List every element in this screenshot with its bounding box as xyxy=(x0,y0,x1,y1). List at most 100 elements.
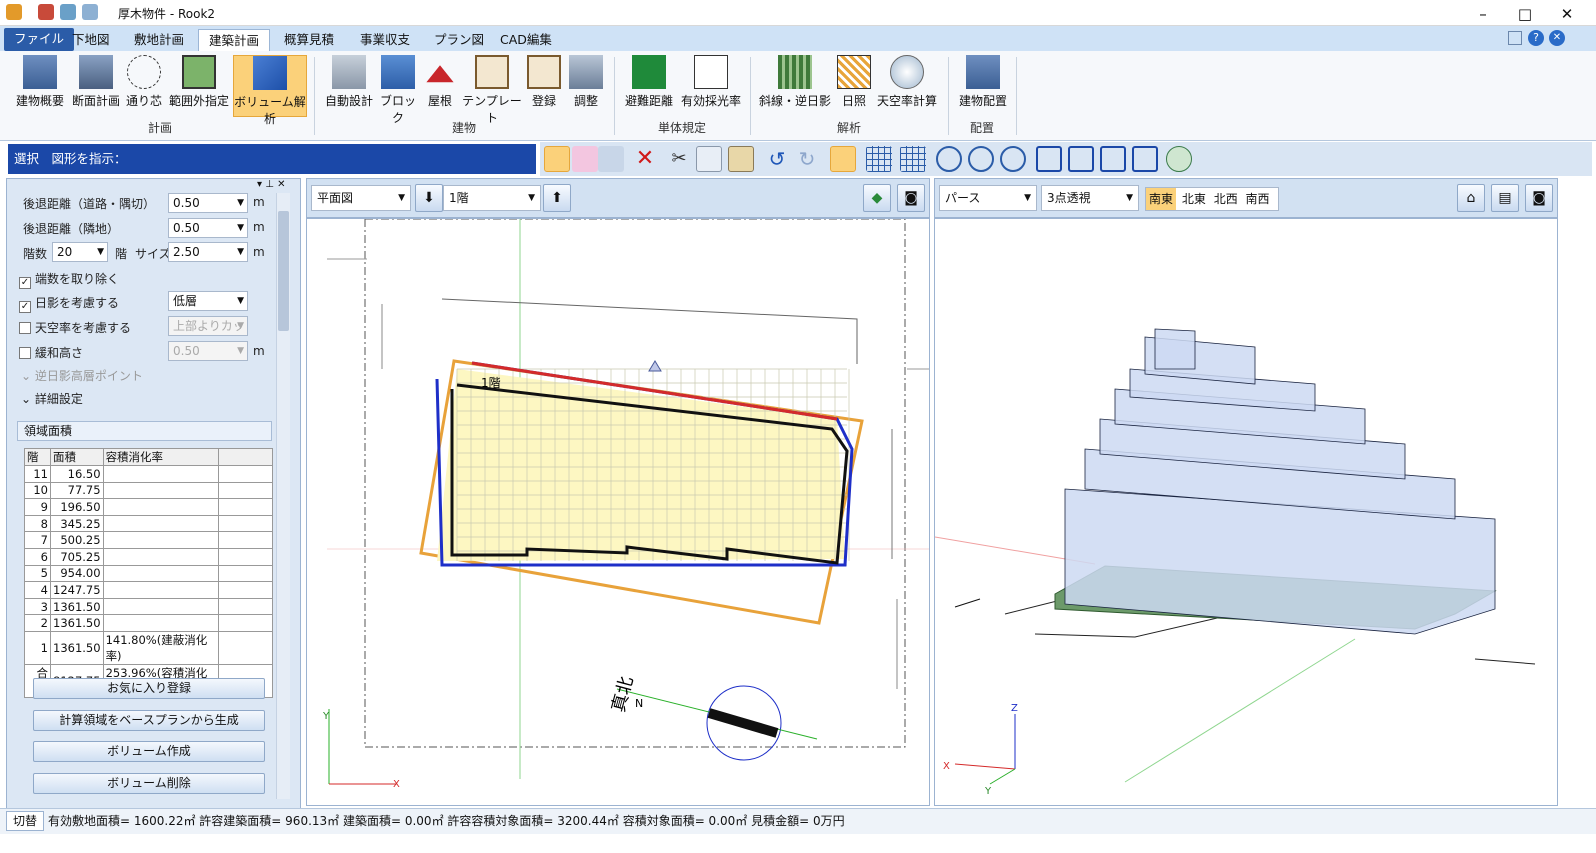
trim-checkbox[interactable]: ✓ 端数を取り除く xyxy=(19,270,119,289)
delete-icon[interactable]: ✕ xyxy=(632,146,658,172)
setback-road-input[interactable]: 0.50 ▼ xyxy=(168,193,248,213)
volume-analysis-button[interactable]: ボリューム解析 xyxy=(233,55,307,126)
zoom-out-icon[interactable] xyxy=(968,146,994,172)
sky-checkbox[interactable]: 天空率を考慮する xyxy=(19,319,131,336)
relax-checkbox[interactable]: 緩和高さ xyxy=(19,344,83,361)
evacuation-button[interactable]: 避難距離 xyxy=(622,55,676,117)
floor-select[interactable]: 1階 ▼ xyxy=(443,185,541,211)
grid-line-button[interactable]: 通り芯 xyxy=(124,55,164,117)
sky-factor-button[interactable]: 天空率計算 xyxy=(874,55,940,117)
building-placement-button[interactable]: 建物配置 xyxy=(956,55,1010,117)
table-row: 9 196.50 xyxy=(24,498,274,516)
dir-nw[interactable]: 北西 xyxy=(1212,192,1240,206)
floor-down-button[interactable]: ⬇ xyxy=(415,184,443,212)
camera-icon[interactable]: ◙ xyxy=(897,184,925,212)
sunlight-button[interactable]: 日照 xyxy=(836,55,872,117)
generate-from-base-button[interactable]: 計算領域をベースプランから生成 xyxy=(33,710,265,731)
maximize-button[interactable]: □ xyxy=(1504,3,1546,25)
favorite-register-button[interactable]: お気に入り登録 xyxy=(33,678,265,699)
tab-estimate[interactable]: 概算見積 xyxy=(274,29,344,52)
restore-icon[interactable] xyxy=(1508,31,1522,45)
table-row: 10 77.75 xyxy=(24,481,274,500)
tab-building-plan[interactable]: 建築計画 xyxy=(198,29,271,52)
floors-input[interactable]: 20 ▼ xyxy=(52,242,108,262)
close-button[interactable]: ✕ xyxy=(1546,3,1588,25)
delete-volume-button[interactable]: ボリューム削除 xyxy=(33,773,265,794)
slope-shadow-button[interactable]: 斜線・逆日影 xyxy=(758,55,832,117)
building-outline-button[interactable]: 建物概要 xyxy=(12,55,68,117)
dir-ne[interactable]: 北東 xyxy=(1180,192,1208,206)
single-view-icon[interactable] xyxy=(1036,146,1062,172)
roof-button[interactable]: 屋根 xyxy=(422,55,458,117)
plan-view[interactable]: 1階 真北 N Y X xyxy=(306,218,930,806)
camera-icon[interactable]: ◙ xyxy=(1525,184,1553,212)
sky-select: 上部よりカッ ▼ xyxy=(168,316,248,336)
tab-plan-drawing[interactable]: プラン図 xyxy=(424,29,494,52)
zoom-in-icon[interactable] xyxy=(936,146,962,172)
perspective-view[interactable]: Z X Y xyxy=(934,218,1558,806)
tab-finance[interactable]: 事業収支 xyxy=(350,29,420,52)
grid-icon[interactable] xyxy=(866,146,892,172)
area-section-header: 領域面積 xyxy=(17,421,272,441)
paste-icon[interactable] xyxy=(728,146,754,172)
plan-view-select[interactable]: 平面図 ▼ xyxy=(311,185,411,211)
dir-se[interactable]: 南東 xyxy=(1146,188,1177,210)
setback-adj-input[interactable]: 0.50 ▼ xyxy=(168,218,248,238)
globe-icon[interactable] xyxy=(1166,146,1192,172)
toggle-button[interactable]: 切替 xyxy=(6,811,45,831)
table-row: 5 954.00 xyxy=(24,564,274,583)
building-icon xyxy=(23,55,57,89)
grid-snap-icon[interactable] xyxy=(900,146,926,172)
undo-icon[interactable]: ↺ xyxy=(764,146,790,172)
out-of-range-button[interactable]: 範囲外指定 xyxy=(166,55,232,117)
split-vertical-icon[interactable] xyxy=(1068,146,1094,172)
perspective-view-select[interactable]: パース ▼ xyxy=(939,185,1037,211)
shadow-checkbox[interactable]: ✓ 日影を考慮する xyxy=(19,294,119,313)
template-button[interactable]: テンプレート xyxy=(462,55,522,125)
gear-icon[interactable] xyxy=(82,4,98,20)
dir-sw[interactable]: 南西 xyxy=(1244,192,1272,206)
select-arrow-icon[interactable] xyxy=(544,146,570,172)
zoom-fit-icon[interactable] xyxy=(1000,146,1026,172)
split-horizontal-icon[interactable] xyxy=(1100,146,1126,172)
dome-icon xyxy=(890,55,924,89)
projection-select[interactable]: 3点透視 ▼ xyxy=(1041,185,1139,211)
adjust-button[interactable]: 調整 xyxy=(568,55,604,117)
setback-adj-label: 後退距離（隣地） xyxy=(23,222,120,236)
tab-cad-edit[interactable]: CAD編集 xyxy=(490,29,562,52)
minimize-button[interactable]: – xyxy=(1462,3,1504,25)
zoom-window-icon[interactable] xyxy=(598,146,624,172)
reverse-shadow-expander[interactable]: ⌄ 逆日影高層ポイント xyxy=(21,367,143,384)
shadow-select[interactable]: 低層 ▼ xyxy=(168,291,248,311)
svg-text:X: X xyxy=(943,761,950,772)
pin-icon[interactable]: ▾ ⊥ ✕ xyxy=(257,179,285,190)
size-input[interactable]: 2.50 ▼ xyxy=(168,242,248,262)
cut-icon[interactable]: ✂ xyxy=(666,146,692,172)
copy-icon[interactable] xyxy=(696,146,722,172)
create-volume-button[interactable]: ボリューム作成 xyxy=(33,741,265,762)
svg-text:X: X xyxy=(393,779,400,790)
tab-site-plan[interactable]: 敷地計画 xyxy=(124,29,194,52)
quad-view-icon[interactable] xyxy=(1132,146,1158,172)
block-button[interactable]: ブロック xyxy=(378,55,418,125)
select-area-icon[interactable] xyxy=(572,146,598,172)
help-icon[interactable]: ? xyxy=(1528,30,1544,46)
rect-select-icon[interactable] xyxy=(830,146,856,172)
home-icon[interactable] xyxy=(60,4,76,20)
group-analysis: 解析 xyxy=(836,121,861,135)
close-doc-icon[interactable]: ✕ xyxy=(1549,30,1565,46)
redo-icon[interactable]: ↻ xyxy=(794,146,820,172)
table-row: 11 16.50 xyxy=(24,465,274,483)
floor-up-button[interactable]: ⬆ xyxy=(543,184,571,212)
beginner-icon[interactable]: ◆ xyxy=(863,184,891,212)
section-plan-button[interactable]: 断面計画 xyxy=(68,55,124,117)
home-view-icon[interactable]: ⌂ xyxy=(1457,184,1485,212)
daylight-ratio-button[interactable]: 有効採光率 xyxy=(678,55,744,117)
tab-base-map[interactable]: 下地図 xyxy=(62,29,120,52)
register-button[interactable]: 登録 xyxy=(526,55,562,117)
panel-scrollbar[interactable] xyxy=(276,193,290,799)
layer-icon[interactable]: ▤ xyxy=(1491,184,1519,212)
auto-design-button[interactable]: 自動設計 xyxy=(322,55,376,117)
back-icon[interactable] xyxy=(38,4,54,20)
detail-settings-expander[interactable]: ⌄ 詳細設定 xyxy=(21,390,83,407)
